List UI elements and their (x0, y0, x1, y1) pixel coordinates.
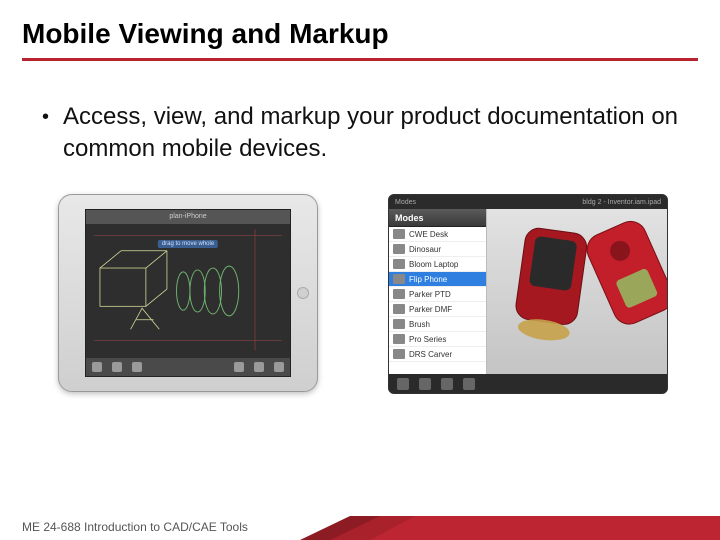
sidebar-item-label: Dinosaur (409, 245, 441, 254)
sidebar-item: Parker DMF (389, 302, 486, 317)
toolbar-icon (254, 362, 264, 372)
model-viewport (487, 209, 667, 374)
sidebar-item: CWE Desk (389, 227, 486, 242)
topbar-right-label: bldg 2 - Inventor.iam.ipad (582, 199, 661, 206)
bullet-marker: • (42, 101, 49, 133)
sidebar-item-label: Parker PTD (409, 290, 451, 299)
sidebar-item: DRS Carver (389, 347, 486, 362)
slide-title: Mobile Viewing and Markup (0, 0, 720, 58)
tablet-topbar: Modes bldg 2 - Inventor.iam.ipad (389, 195, 667, 210)
sidebar-item-label: Brush (409, 320, 430, 329)
tablet-sidebar: Modes CWE Desk Dinosaur Bloom Laptop Flip P… (389, 209, 487, 374)
sidebar-item-label: CWE Desk (409, 230, 448, 239)
sidebar-header: Modes (389, 209, 486, 227)
sidebar-thumb-icon (393, 259, 405, 269)
screenshots-row: plan-iPhone drag to move whole (0, 166, 720, 394)
bottombar-icon (419, 378, 431, 390)
footer-band-graphic (300, 516, 720, 540)
ipad-toolbar (86, 358, 290, 376)
bullet-text: Access, view, and markup your product do… (63, 101, 690, 166)
tablet-bottombar (389, 374, 667, 392)
sidebar-thumb-icon (393, 334, 405, 344)
toolbar-icon (274, 362, 284, 372)
home-button-icon (297, 287, 309, 299)
sidebar-thumb-icon (393, 319, 405, 329)
sidebar-item-label: Flip Phone (409, 275, 447, 284)
toolbar-icon (132, 362, 142, 372)
toolbar-icon (234, 362, 244, 372)
bullet-item: • Access, view, and markup your product … (42, 101, 690, 166)
topbar-left-label: Modes (395, 199, 416, 206)
sidebar-thumb-icon (393, 304, 405, 314)
ipad-topbar: plan-iPhone (86, 210, 290, 224)
sidebar-item: Flip Phone (389, 272, 486, 287)
bottombar-icon (397, 378, 409, 390)
canvas-hint-label: drag to move whole (158, 240, 218, 248)
sidebar-item: Brush (389, 317, 486, 332)
toolbar-icon (112, 362, 122, 372)
sidebar-thumb-icon (393, 349, 405, 359)
sidebar-thumb-icon (393, 244, 405, 254)
sidebar-item-label: Parker DMF (409, 305, 452, 314)
sidebar-thumb-icon (393, 229, 405, 239)
sidebar-thumb-icon (393, 274, 405, 284)
sidebar-item-label: DRS Carver (409, 350, 452, 359)
sidebar-item-label: Bloom Laptop (409, 260, 458, 269)
flip-phone-render-icon (487, 209, 667, 374)
bullet-list: • Access, view, and markup your product … (0, 61, 720, 166)
tablet-body: Modes CWE Desk Dinosaur Bloom Laptop Flip P… (389, 209, 667, 374)
sidebar-item: Bloom Laptop (389, 257, 486, 272)
bottombar-icon (441, 378, 453, 390)
bottombar-icon (463, 378, 475, 390)
footer-text: ME 24-688 Introduction to CAD/CAE Tools (22, 520, 248, 534)
tablet-device: Modes bldg 2 - Inventor.iam.ipad Modes C… (388, 194, 668, 394)
sidebar-item: Dinosaur (389, 242, 486, 257)
ipad-screen: plan-iPhone drag to move whole (85, 209, 291, 377)
sidebar-item: Parker PTD (389, 287, 486, 302)
sidebar-item: Pro Series (389, 332, 486, 347)
sidebar-thumb-icon (393, 289, 405, 299)
toolbar-icon (92, 362, 102, 372)
cad-canvas: drag to move whole (86, 224, 290, 358)
ipad-device: plan-iPhone drag to move whole (58, 194, 318, 392)
slide-footer: ME 24-688 Introduction to CAD/CAE Tools (0, 514, 720, 540)
sidebar-item-label: Pro Series (409, 335, 446, 344)
